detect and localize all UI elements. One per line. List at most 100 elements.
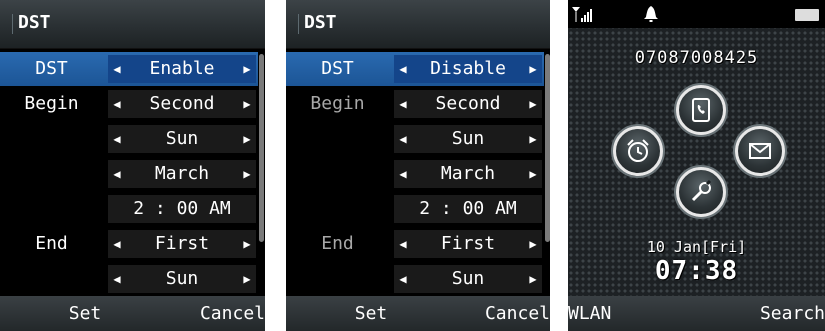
selector-value: Sun — [451, 268, 485, 289]
selector-value: First — [440, 233, 496, 254]
row-label — [286, 122, 389, 156]
softkey-bar: Set Cancel — [0, 296, 265, 331]
message-shortcut[interactable] — [735, 126, 785, 176]
arrow-right-icon: ▶ — [529, 97, 537, 111]
begin-month-selector: ◀ March ▶ — [394, 160, 542, 188]
selector-value: March — [440, 163, 496, 184]
row-label — [0, 192, 103, 226]
begin-week-selector: ◀ Second ▶ — [394, 90, 542, 118]
alarm-icon — [627, 139, 649, 162]
begin-time-field[interactable]: 2 : 00 AM — [108, 195, 256, 223]
begin-day-selector[interactable]: ◀ Sun ▶ — [108, 125, 256, 153]
softkey-bar: Set Cancel — [286, 296, 550, 331]
dst-row[interactable]: DST ◀ Enable ▶ — [0, 52, 258, 86]
title-divider — [298, 14, 299, 34]
row-label: End — [35, 233, 68, 254]
end-week-row: End ◀ First ▶ — [286, 227, 544, 261]
arrow-right-icon: ▶ — [529, 272, 537, 286]
arrow-left-icon: ◀ — [399, 97, 407, 111]
row-label: DST — [321, 58, 354, 79]
row-label — [0, 262, 103, 296]
screen-title: DST — [304, 12, 337, 33]
dst-row[interactable]: DST ◀ Disable ▶ — [286, 52, 544, 86]
begin-week-selector[interactable]: ◀ Second ▶ — [108, 90, 256, 118]
dst-settings-screen-disabled: DST DST ◀ Disable ▶ Begin ◀ Second ▶ ◀ S… — [286, 0, 550, 331]
end-day-row: ◀ Sun ▶ — [286, 262, 544, 296]
end-day-selector[interactable]: ◀ Sun ▶ — [108, 265, 256, 293]
phonebook-shortcut[interactable] — [676, 85, 726, 135]
phone-number: 07087008425 — [634, 48, 759, 68]
arrow-left-icon: ◀ — [399, 167, 407, 181]
end-week-row[interactable]: End ◀ First ▶ — [0, 227, 258, 261]
end-day-row[interactable]: ◀ Sun ▶ — [0, 262, 258, 296]
arrow-right-icon[interactable]: ▶ — [238, 160, 256, 188]
selector-value: Disable — [430, 58, 506, 79]
selector-value: First — [154, 233, 210, 254]
arrow-left-icon[interactable]: ◀ — [108, 55, 126, 83]
begin-month-row[interactable]: ◀ March ▶ — [0, 157, 258, 191]
begin-day-row: ◀ Sun ▶ — [286, 122, 544, 156]
begin-day-selector: ◀ Sun ▶ — [394, 125, 542, 153]
arrow-right-icon: ▶ — [529, 167, 537, 181]
selector-value: Enable — [149, 58, 215, 79]
end-week-selector: ◀ First ▶ — [394, 230, 542, 258]
arrow-right-icon[interactable]: ▶ — [524, 55, 542, 83]
selector-value: Sun — [165, 268, 199, 289]
begin-month-selector[interactable]: ◀ March ▶ — [108, 160, 256, 188]
alarm-shortcut[interactable] — [613, 126, 663, 176]
selector-value: Second — [149, 93, 215, 114]
arrow-left-icon[interactable]: ◀ — [394, 55, 412, 83]
arrow-right-icon[interactable]: ▶ — [238, 125, 256, 153]
set-softkey[interactable]: Set — [286, 303, 456, 324]
scrollbar[interactable] — [259, 54, 264, 242]
begin-time-row[interactable]: 2 : 00 AM — [0, 192, 258, 226]
arrow-left-icon[interactable]: ◀ — [108, 230, 126, 258]
battery-icon — [795, 9, 819, 21]
arrow-right-icon[interactable]: ▶ — [238, 230, 256, 258]
time-value: 2 : 00 AM — [419, 198, 517, 219]
arrow-left-icon: ◀ — [399, 272, 407, 286]
begin-week-row[interactable]: Begin ◀ Second ▶ — [0, 87, 258, 121]
arrow-left-icon: ◀ — [399, 132, 407, 146]
selector-value: March — [154, 163, 210, 184]
arrow-left-icon[interactable]: ◀ — [108, 90, 126, 118]
wlan-softkey[interactable]: WLAN — [568, 303, 611, 324]
idle-home-screen: 07087008425 10 Jan[Fri] 07:38 WLAN Searc… — [568, 0, 825, 331]
begin-day-row[interactable]: ◀ Sun ▶ — [0, 122, 258, 156]
arrow-right-icon: ▶ — [529, 237, 537, 251]
dst-selector[interactable]: ◀ Disable ▶ — [394, 55, 542, 83]
cancel-softkey[interactable]: Cancel — [200, 303, 265, 324]
arrow-left-icon[interactable]: ◀ — [108, 160, 126, 188]
title-bar: DST — [0, 0, 265, 49]
search-softkey[interactable]: Search — [760, 303, 825, 324]
softkey-bar: WLAN Search — [568, 296, 825, 331]
screen-title: DST — [18, 12, 51, 33]
begin-week-row: Begin ◀ Second ▶ — [286, 87, 544, 121]
arrow-left-icon[interactable]: ◀ — [108, 265, 126, 293]
row-label — [0, 157, 103, 191]
set-softkey[interactable]: Set — [0, 303, 170, 324]
scrollbar[interactable] — [545, 54, 550, 242]
selector-value: Second — [435, 93, 501, 114]
end-week-selector[interactable]: ◀ First ▶ — [108, 230, 256, 258]
settings-shortcut[interactable] — [676, 167, 726, 217]
selector-value: Sun — [165, 128, 199, 149]
row-label: Begin — [24, 93, 79, 114]
arrow-right-icon[interactable]: ▶ — [238, 55, 256, 83]
arrow-right-icon[interactable]: ▶ — [238, 265, 256, 293]
settings-icon — [691, 179, 712, 202]
title-divider — [12, 14, 13, 34]
arrow-left-icon[interactable]: ◀ — [108, 125, 126, 153]
title-bar: DST — [286, 0, 550, 49]
status-bar — [568, 0, 825, 28]
bell-icon — [644, 6, 658, 22]
begin-time-field: 2 : 00 AM — [394, 195, 542, 223]
row-label: DST — [35, 58, 68, 79]
signal-icon — [572, 7, 592, 22]
begin-month-row: ◀ March ▶ — [286, 157, 544, 191]
dst-settings-screen-enabled: DST DST ◀ Enable ▶ Begin ◀ Second ▶ ◀ Su… — [0, 0, 265, 331]
arrow-right-icon[interactable]: ▶ — [238, 90, 256, 118]
phonebook-icon — [692, 98, 710, 122]
cancel-softkey[interactable]: Cancel — [485, 303, 550, 324]
dst-selector[interactable]: ◀ Enable ▶ — [108, 55, 256, 83]
